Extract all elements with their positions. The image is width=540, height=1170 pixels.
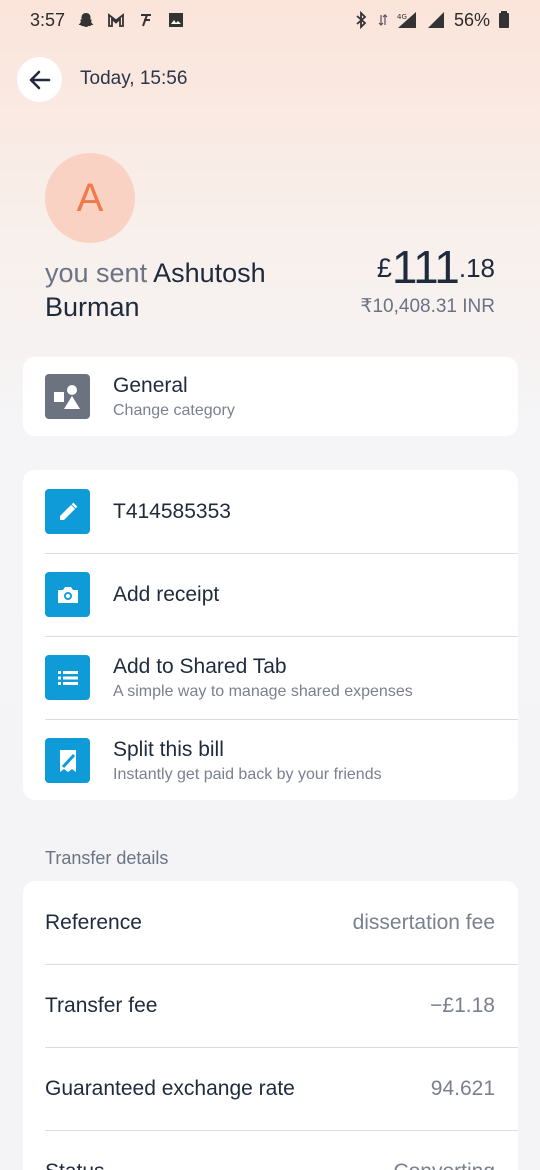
action-title: Add receipt (113, 582, 220, 606)
recipient-last-name: Burman (45, 292, 140, 322)
transfer-details-card: Reference dissertation fee Transfer fee … (23, 881, 518, 1170)
add-receipt-row[interactable]: Add receipt (23, 553, 518, 636)
gallery-icon (167, 11, 185, 29)
detail-label: Reference (45, 910, 142, 934)
detail-label: Guaranteed exchange rate (45, 1076, 295, 1100)
detail-label: Status (45, 1160, 105, 1170)
action-title: Add to Shared Tab (113, 654, 287, 678)
battery-icon (498, 11, 510, 29)
detail-row-fee: Transfer fee −£1.18 (23, 964, 518, 1047)
status-right: 4G 56% (352, 10, 510, 31)
receipt-split-icon (45, 738, 90, 783)
bluetooth-icon (352, 11, 370, 29)
arrow-left-icon (29, 70, 50, 89)
shared-tab-row[interactable]: Add to Shared Tab A simple way to manage… (23, 636, 518, 719)
gmail-icon (107, 11, 125, 29)
pencil-icon (45, 489, 90, 534)
avatar-initial: A (76, 175, 104, 220)
sent-description: you sent Ashutosh Burman (45, 256, 345, 324)
actions-card: T414585353 Add receipt Add to Shared Tab… (23, 470, 518, 800)
category-row[interactable]: General Change category (23, 357, 518, 436)
status-bar: 3:57 4G 56% (0, 0, 540, 40)
back-button[interactable] (17, 57, 62, 102)
action-subtitle: Instantly get paid back by your friends (113, 765, 382, 783)
action-title: Split this bill (113, 737, 224, 761)
category-subtitle: Change category (113, 401, 235, 419)
transfer-details-label: Transfer details (45, 848, 169, 868)
detail-value: −£1.18 (430, 993, 495, 1017)
list-icon (45, 655, 90, 700)
camera-icon (45, 572, 90, 617)
amount-major: 111 (391, 241, 460, 293)
avatar: A (45, 153, 135, 243)
network-label: 4G (397, 13, 407, 21)
detail-row-reference: Reference dissertation fee (23, 881, 518, 964)
amount: £111.18 (377, 240, 495, 294)
app-icon (137, 11, 155, 29)
signal-icon: 4G (396, 11, 418, 29)
category-card[interactable]: General Change category (23, 357, 518, 436)
status-left: 3:57 (30, 10, 185, 31)
action-title: T414585353 (113, 499, 231, 523)
status-time: 3:57 (30, 9, 66, 30)
sent-prefix: you sent (45, 258, 148, 288)
detail-row-status: Status Converting (23, 1130, 518, 1170)
signal-icon (426, 11, 446, 29)
detail-label: Transfer fee (45, 993, 158, 1017)
category-shapes-icon (45, 374, 90, 419)
detail-row-exchange-rate: Guaranteed exchange rate 94.621 (23, 1047, 518, 1130)
transaction-time: Today, 15:56 (80, 68, 188, 89)
category-title: General (113, 373, 188, 397)
amount-minor: .18 (458, 253, 495, 283)
detail-value: dissertation fee (352, 910, 495, 934)
recipient-first-name: Ashutosh (153, 258, 266, 288)
detail-value: Converting (393, 1160, 495, 1170)
converted-amount: ₹10,408.31 INR (360, 296, 495, 317)
split-bill-row[interactable]: Split this bill Instantly get paid back … (23, 719, 518, 802)
snapchat-icon (77, 11, 95, 29)
reference-edit-row[interactable]: T414585353 (23, 470, 518, 553)
data-icon (378, 11, 388, 29)
battery-percent: 56% (453, 9, 490, 30)
action-subtitle: A simple way to manage shared expenses (113, 682, 413, 700)
detail-value: 94.621 (430, 1076, 495, 1100)
amount-currency: £ (376, 253, 392, 283)
